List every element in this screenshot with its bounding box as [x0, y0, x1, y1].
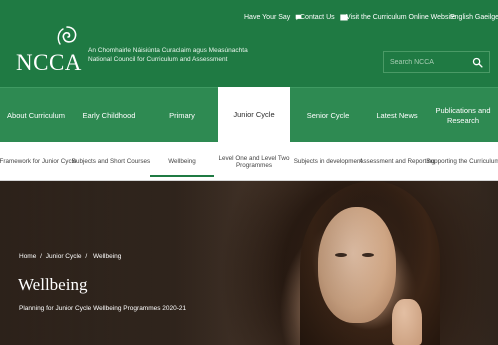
breadcrumb-current: Wellbeing	[92, 253, 122, 260]
page-title: Wellbeing	[18, 275, 88, 294]
site-header: Have Your Say Contact Us Visit the Curri…	[0, 0, 498, 87]
search-input[interactable]	[390, 55, 470, 70]
subnav-level-one-two[interactable]: Level One and Level Two Programmes	[218, 142, 290, 181]
have-your-say-link[interactable]: Have Your Say	[244, 12, 302, 24]
sub-nav: Framework for Junior Cycle Subjects and …	[0, 142, 498, 181]
spiral-logo-icon	[57, 26, 77, 45]
breadcrumb-junior-cycle[interactable]: Junior Cycle	[46, 253, 82, 260]
subnav-supporting-curriculum[interactable]: Supporting the Curriculum	[426, 142, 498, 181]
subnav-wellbeing[interactable]: Wellbeing	[146, 142, 218, 181]
nav-about-curriculum[interactable]: About Curriculum	[0, 88, 72, 143]
contact-us-link[interactable]: Contact Us	[300, 12, 348, 24]
main-nav: About Curriculum Early Childhood Primary…	[0, 87, 498, 143]
page-subtitle: Planning for Junior Cycle Wellbeing Prog…	[19, 305, 187, 312]
nav-primary[interactable]: Primary	[146, 88, 218, 143]
nav-publications-research[interactable]: Publications and Research	[428, 88, 498, 143]
hero-banner: Home / Junior Cycle / Wellbeing Wellbein…	[0, 181, 498, 345]
subnav-framework[interactable]: Framework for Junior Cycle	[0, 142, 77, 181]
breadcrumb: Home / Junior Cycle / Wellbeing	[19, 253, 123, 260]
nav-early-childhood[interactable]: Early Childhood	[72, 88, 146, 143]
breadcrumb-home[interactable]: Home	[19, 253, 36, 260]
subnav-assessment-reporting[interactable]: Assessment and Reporting	[359, 142, 435, 181]
org-name-english: National Council for Curriculum and Asse…	[88, 56, 228, 63]
have-your-say-label: Have Your Say	[244, 14, 291, 21]
logo-wordmark: NCCA	[16, 50, 82, 75]
search-icon[interactable]	[472, 57, 483, 68]
breadcrumb-separator: /	[85, 253, 88, 260]
subnav-subjects-development[interactable]: Subjects in development	[290, 142, 366, 181]
breadcrumb-separator: /	[40, 253, 42, 260]
utility-links: Have Your Say Contact Us Visit the Curri…	[0, 12, 498, 24]
curriculum-online-link[interactable]: Visit the Curriculum Online Website	[346, 12, 456, 24]
subnav-subjects-short-courses[interactable]: Subjects and Short Courses	[72, 142, 150, 181]
language-switch[interactable]: English Gaeilge	[450, 12, 498, 24]
contact-us-label: Contact Us	[300, 14, 335, 21]
hero-overlay	[0, 181, 498, 345]
nav-latest-news[interactable]: Latest News	[366, 88, 428, 143]
search-box	[383, 51, 490, 73]
nav-junior-cycle[interactable]: Junior Cycle	[218, 87, 290, 143]
nav-senior-cycle[interactable]: Senior Cycle	[290, 88, 366, 143]
org-name-irish: An Chomhairle Náisiúnta Curaclaim agus M…	[88, 47, 248, 54]
ncca-logo[interactable]: NCCA	[16, 24, 82, 75]
